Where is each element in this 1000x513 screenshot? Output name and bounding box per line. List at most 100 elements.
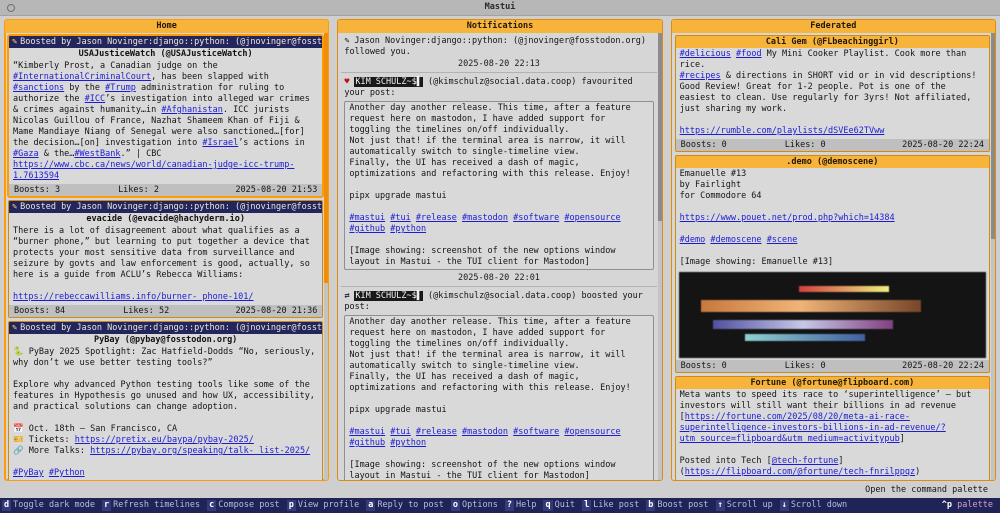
footer-binding[interactable]: pView profile <box>287 500 362 511</box>
inline-link[interactable]: #mastui <box>349 213 385 223</box>
inline-link[interactable]: #Israel <box>202 138 238 148</box>
inline-link[interactable]: #recipes <box>680 71 721 81</box>
inline-link[interactable]: https://rumble.com/playlists/dSVEe62TVww <box>680 126 885 136</box>
notification-item[interactable]: ⇄KIM SCHULZ~$▌ (@kimschulz@social.data.c… <box>341 290 656 480</box>
inline-link[interactable]: https://www.cbc.ca/news/world/canadian-j… <box>13 160 294 181</box>
inline-link[interactable]: #software <box>513 427 559 437</box>
heart-icon: ♥ <box>344 77 354 88</box>
toot[interactable]: ✎Boosted by Jason Novinger:django::pytho… <box>8 200 323 318</box>
tab-home[interactable]: Home <box>5 20 328 33</box>
scrollbar-thumb[interactable] <box>991 33 995 239</box>
scrollbar-thumb[interactable] <box>658 33 662 221</box>
likes-count: Likes: 2 <box>118 184 159 196</box>
inline-link[interactable]: #sanctions <box>13 83 64 93</box>
footer-binding[interactable]: qQuit <box>543 500 577 511</box>
inline-link[interactable]: #python <box>390 224 426 234</box>
toot[interactable]: Fortune (@fortune@flipboard.com) Meta wa… <box>675 376 990 480</box>
inline-link[interactable]: #python <box>390 438 426 448</box>
inline-link[interactable]: #mastodon <box>462 427 508 437</box>
footer-binding[interactable]: cCompose post <box>207 500 282 511</box>
boost-header: ✎Boosted by Jason Novinger:django::pytho… <box>9 322 322 334</box>
inline-link[interactable]: #github <box>349 224 385 234</box>
home-scrollbar[interactable] <box>324 33 328 480</box>
notifications-scrollbar[interactable] <box>658 33 662 480</box>
toot-author[interactable]: USAJusticeWatch (@USAJusticeWatch) <box>9 48 322 60</box>
toot-author[interactable]: .demo (@demoscene) <box>676 156 989 168</box>
footer-binding[interactable]: oOptions <box>451 500 500 511</box>
toot-author[interactable]: Fortune (@fortune@flipboard.com) <box>676 377 989 389</box>
palette-binding[interactable]: ^p palette <box>942 500 998 511</box>
inline-link[interactable]: https://pretix.eu/baypa/pybay-2025/ <box>75 435 254 445</box>
inline-link[interactable]: #opensource <box>564 213 620 223</box>
footer-binding[interactable]: aReply to post <box>366 500 446 511</box>
inline-link[interactable]: #release <box>416 427 457 437</box>
inline-link[interactable]: #github <box>349 438 385 448</box>
boost-header: ✎Boosted by Jason Novinger:django::pytho… <box>9 36 322 48</box>
tab-notifications[interactable]: Notifications <box>338 20 661 33</box>
inline-link[interactable]: #Trump <box>105 83 136 93</box>
tab-federated[interactable]: Federated <box>672 20 995 33</box>
inline-link[interactable]: #PyBay <box>13 468 44 478</box>
toot-footer: Boosts: 3 Likes: 2 2025-08-20 21:53 <box>9 184 322 196</box>
inline-link[interactable]: #food <box>736 49 762 59</box>
footer-binding[interactable]: bBoost post <box>646 500 710 511</box>
home-scroll-area[interactable]: ✎Boosted by Jason Novinger:django::pytho… <box>5 33 328 480</box>
inline-link[interactable]: #tui <box>390 427 410 437</box>
scrollbar-thumb[interactable] <box>324 33 328 283</box>
binding-label: Scroll down <box>789 500 849 511</box>
inline-link[interactable]: https://pybay.org/speaking/talk- list-20… <box>90 446 310 456</box>
inline-link[interactable]: #delicious <box>680 49 731 59</box>
inline-link[interactable]: #software <box>513 213 559 223</box>
toot-body: Emanuelle #13 by Fairlight for Commodore… <box>676 168 989 270</box>
binding-key: d <box>2 500 11 511</box>
inline-link[interactable]: #release <box>416 213 457 223</box>
window-title: Mastui <box>0 2 1000 13</box>
toot-author[interactable]: Cali Gem (@FLbeachinggirl) <box>676 36 989 48</box>
notification-item[interactable]: ✎Jason Novinger:django::python: (@jnovin… <box>341 35 656 73</box>
inline-link[interactable]: #demo <box>680 235 706 245</box>
attached-image[interactable] <box>679 272 986 358</box>
inline-link[interactable]: #Gaza <box>13 149 39 159</box>
inline-link[interactable]: #Python <box>49 468 85 478</box>
binding-label: Scroll up <box>725 500 775 511</box>
inline-link[interactable]: #tui <box>390 213 410 223</box>
footer-binding[interactable]: ?Help <box>505 500 539 511</box>
inline-link[interactable]: #mastui <box>349 427 385 437</box>
inline-link[interactable]: #mastodon <box>462 213 508 223</box>
binding-label: View profile <box>296 500 361 511</box>
toot[interactable]: ✎Boosted by Jason Novinger:django::pytho… <box>8 35 323 197</box>
footer-binding[interactable]: ↓Scroll down <box>780 500 849 511</box>
inline-link[interactable]: @tech-fortune <box>772 456 839 466</box>
inline-link[interactable]: https://www.pouet.net/prod.php?which=143… <box>680 213 895 223</box>
footer-binding[interactable]: ↑Scroll up <box>716 500 775 511</box>
inline-link[interactable]: https://rebeccawilliams.info/burner- pho… <box>13 292 254 302</box>
inline-link[interactable]: #demoscene <box>710 235 761 245</box>
toot-author[interactable]: PyBay (@pybay@fosstodon.org) <box>9 334 322 346</box>
federated-scrollbar[interactable] <box>991 33 995 480</box>
inline-link[interactable]: https://fortune.com/2025/08/20/meta-ai-r… <box>680 412 946 444</box>
toot[interactable]: ✎Boosted by Jason Novinger:django::pytho… <box>8 321 323 480</box>
inline-link[interactable]: #WestBank <box>74 149 120 159</box>
federated-scroll-area[interactable]: Cali Gem (@FLbeachinggirl) #delicious #f… <box>672 33 995 480</box>
boost-header: ✎Boosted by Jason Novinger:django::pytho… <box>9 201 322 213</box>
inline-link[interactable]: #ICC <box>85 94 105 104</box>
inline-link[interactable]: #opensource <box>564 427 620 437</box>
notifications-scroll-area[interactable]: ✎Jason Novinger:django::python: (@jnovin… <box>338 33 661 480</box>
toot-author[interactable]: evacide (@evacide@hachyderm.io) <box>9 213 322 225</box>
binding-key: q <box>543 500 552 511</box>
timeline-column-federated: Federated Cali Gem (@FLbeachinggirl) #de… <box>671 19 996 481</box>
boost-header-text: Boosted by Jason Novinger:django::python… <box>20 323 322 333</box>
toot[interactable]: Cali Gem (@FLbeachinggirl) #delicious #f… <box>675 35 990 152</box>
notification-item[interactable]: ♥KIM SCHULZ~$▌ (@kimschulz@social.data.c… <box>341 76 656 287</box>
toot[interactable]: .demo (@demoscene) Emanuelle #13 by Fair… <box>675 155 990 373</box>
inline-link[interactable]: https://flipboard.com/@fortune/tech-fnri… <box>685 467 915 477</box>
inline-link[interactable]: #Afghanistan <box>161 105 222 115</box>
boosts-count: Boosts: 3 <box>14 184 60 196</box>
footer-binding[interactable]: rRefresh timelines <box>102 500 202 511</box>
toot-body: #delicious #food My Mini Cooker Playlist… <box>676 48 989 139</box>
binding-key: r <box>102 500 111 511</box>
inline-link[interactable]: #InternationalCriminalCourt <box>13 72 151 82</box>
footer-binding[interactable]: dToggle dark mode <box>2 500 97 511</box>
inline-link[interactable]: #scene <box>767 235 798 245</box>
footer-binding[interactable]: lLike post <box>582 500 641 511</box>
